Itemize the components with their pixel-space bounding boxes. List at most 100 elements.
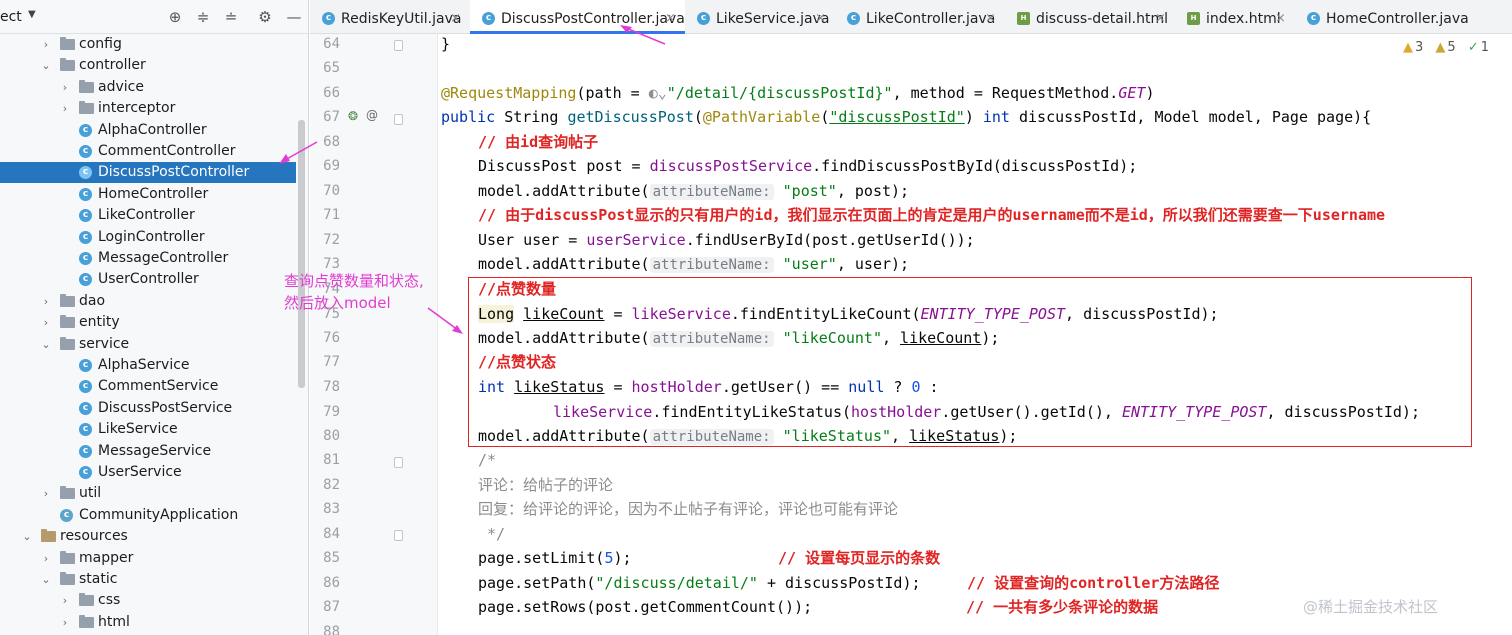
tree-item[interactable]: ⌄ static — [0, 569, 296, 590]
tree-item[interactable]: c LikeService — [0, 419, 296, 440]
chevron-right-icon[interactable]: › — [41, 291, 51, 312]
tree-item[interactable]: › html — [0, 612, 296, 633]
line-number: 86 — [323, 575, 340, 591]
class-icon: c — [79, 145, 92, 158]
tree-item[interactable]: c LikeController — [0, 205, 296, 226]
class-icon: c — [79, 166, 92, 180]
tree-item[interactable]: › entity — [0, 312, 296, 333]
folder-icon — [41, 529, 56, 543]
folder-icon — [60, 315, 75, 329]
tree-item[interactable]: › css — [0, 590, 296, 611]
folder-icon — [79, 614, 94, 628]
class-icon: c — [79, 466, 92, 479]
fold-marker-icon[interactable] — [394, 40, 403, 51]
tree-item[interactable]: c CommunityApplication — [0, 505, 296, 526]
editor-tab[interactable]: c RedisKeyUtil.java × — [310, 0, 470, 34]
chevron-right-icon[interactable]: › — [41, 312, 51, 333]
locate-icon[interactable]: ⊕ — [166, 8, 184, 26]
chevron-right-icon[interactable]: › — [41, 483, 51, 504]
tree-item[interactable]: c UserController — [0, 269, 296, 290]
tree-item[interactable]: c MessageService — [0, 441, 296, 462]
tree-item[interactable]: c DiscussPostService — [0, 398, 296, 419]
warning-icon: ▲ — [1403, 40, 1413, 55]
tree-item[interactable]: c LoginController — [0, 227, 296, 248]
chevron-down-icon[interactable]: ⌄ — [41, 334, 51, 355]
tree-item[interactable]: › config — [0, 34, 296, 55]
tree-item[interactable]: › util — [0, 483, 296, 504]
editor-tab[interactable]: Hdiscuss-detail.html × — [1005, 0, 1175, 34]
collapse-all-icon[interactable]: ≐ — [222, 8, 240, 26]
tree-scrollbar[interactable] — [298, 120, 305, 388]
tree-item[interactable]: c HomeController — [0, 184, 296, 205]
chevron-down-icon[interactable]: ▼ — [28, 9, 36, 20]
chevron-right-icon[interactable]: › — [60, 98, 70, 119]
tree-item[interactable]: c UserService — [0, 462, 296, 483]
class-icon: c — [79, 444, 92, 458]
line-number: 66 — [323, 85, 340, 101]
tree-item[interactable]: ⌄ resources — [0, 526, 296, 547]
tree-item-label: util — [79, 485, 102, 502]
gear-icon[interactable]: ⚙ — [256, 8, 274, 26]
fold-marker-icon[interactable] — [394, 457, 403, 468]
code-line-84: */ — [478, 525, 506, 543]
tree-item[interactable]: c MessageController — [0, 248, 296, 269]
code-line-72: User user = userService.findUserById(pos… — [478, 231, 975, 249]
tree-item[interactable]: › advice — [0, 77, 296, 98]
tree-item[interactable]: c DiscussPostController — [0, 162, 296, 184]
code-line-67: public String getDiscussPost(@PathVariab… — [441, 108, 1372, 126]
line-number: 78 — [323, 379, 340, 395]
chevron-down-icon[interactable]: ⌄ — [22, 526, 32, 547]
close-icon[interactable]: × — [815, 0, 826, 38]
tree-item-label: UserService — [98, 464, 182, 480]
tree-item[interactable]: ⌄ controller — [0, 55, 296, 76]
chevron-right-icon[interactable]: › — [60, 77, 70, 98]
expand-all-icon[interactable]: ≑ — [194, 8, 212, 26]
chevron-right-icon[interactable]: › — [41, 548, 51, 569]
editor-tab[interactable]: c HomeController.java — [1295, 0, 1470, 34]
editor-tab[interactable]: c DiscussPostController.java × — [470, 0, 685, 34]
tree-item-label: CommentService — [98, 378, 219, 395]
chevron-down-icon[interactable]: ⌄ — [41, 55, 51, 76]
line-number: 83 — [323, 501, 340, 517]
spring-bean-icon[interactable]: ❂ — [348, 109, 358, 123]
chevron-right-icon[interactable]: › — [41, 34, 51, 55]
tree-item[interactable]: › interceptor — [0, 98, 296, 119]
fold-marker-icon[interactable] — [394, 530, 403, 541]
tree-item[interactable]: c AlphaService — [0, 355, 296, 376]
class-icon: c — [482, 12, 495, 25]
mapping-icon[interactable]: @ — [366, 108, 378, 122]
editor-tab[interactable]: c LikeService.java × — [685, 0, 835, 34]
editor-gutter: 64 65 66 67 68 69 70 71 72 73 74 75 76 77 78 79 80 81 82 83… — [310, 34, 438, 635]
folder-icon — [60, 550, 75, 564]
code-line-86: page.setPath("/discuss/detail/" + discus… — [478, 574, 1220, 592]
close-icon[interactable]: × — [665, 0, 676, 38]
tree-item-label: HomeController — [98, 185, 209, 202]
folder-icon — [60, 486, 75, 500]
line-number: 68 — [323, 134, 340, 150]
fold-marker-icon[interactable] — [394, 114, 403, 125]
tree-item[interactable]: › dao — [0, 291, 296, 312]
inspection-widget[interactable]: ▲ 3 ▲ 5 ✓ 1 — [1395, 40, 1489, 55]
hide-icon[interactable]: — — [285, 8, 303, 26]
tree-item[interactable]: ⌄ service — [0, 334, 296, 355]
tree-item[interactable]: c CommentController — [0, 141, 296, 162]
close-icon[interactable]: × — [450, 0, 461, 38]
close-icon[interactable]: × — [985, 0, 996, 38]
code-line-73: model.addAttribute(attributeName: "user"… — [478, 255, 910, 273]
tree-item[interactable]: c CommentService — [0, 376, 296, 397]
tree-item[interactable]: › mapper — [0, 548, 296, 569]
line-number: 67 — [323, 109, 340, 125]
tree-item[interactable]: c AlphaController — [0, 120, 296, 141]
project-view-title[interactable]: ect — [0, 9, 22, 25]
editor-tab[interactable]: Hindex.html × — [1175, 0, 1295, 34]
code-line-69: DiscussPost post = discussPostService.fi… — [478, 157, 1138, 175]
close-icon[interactable]: × — [1275, 0, 1286, 38]
chevron-right-icon[interactable]: › — [60, 590, 70, 611]
editor-tab[interactable]: c LikeController.java × — [835, 0, 1005, 34]
chevron-right-icon[interactable]: › — [60, 612, 70, 633]
editor-tab-bar: c RedisKeyUtil.java × c DiscussPostControlle… — [310, 0, 1512, 34]
class-icon: c — [79, 359, 92, 372]
chevron-down-icon[interactable]: ⌄ — [41, 569, 51, 590]
globe-icon: ◐⌄ — [648, 84, 667, 102]
close-icon[interactable]: × — [1155, 0, 1166, 38]
